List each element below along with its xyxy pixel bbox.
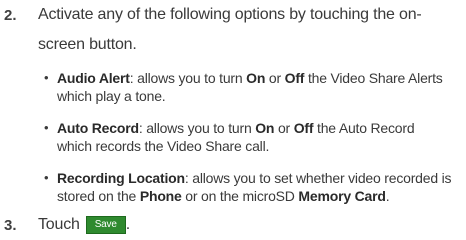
bullet-icon: • — [44, 120, 49, 135]
step-2-line-1: Activate any of the following options by… — [38, 6, 422, 23]
option-bold: On — [246, 70, 266, 86]
step-3-tail: . — [125, 216, 130, 234]
step-2-line-2: screen button. — [38, 36, 137, 53]
option-term: Audio Alert — [57, 70, 130, 86]
step-number: 2. — [4, 7, 17, 24]
save-button[interactable]: Save — [85, 216, 126, 234]
option-text: . — [385, 188, 390, 204]
option-bold: Phone — [139, 188, 182, 204]
option-bold: Off — [293, 120, 314, 136]
option-audio-alert: • Audio Alert: allows you to turn On or … — [44, 69, 452, 105]
option-text: or — [265, 70, 285, 86]
step-3-text: Touch — [38, 216, 80, 234]
option-bold: On — [255, 120, 275, 136]
step-3-line: Touch Save. — [38, 216, 460, 234]
option-term: Auto Record — [57, 120, 139, 136]
option-term: Recording Location — [57, 170, 185, 186]
option-text: : allows you to turn — [138, 120, 256, 136]
option-bold: Off — [284, 70, 305, 86]
option-bold: Memory Card — [298, 188, 386, 204]
bullet-icon: • — [44, 170, 49, 185]
option-text: or — [274, 120, 294, 136]
step-number: 3. — [4, 217, 17, 234]
option-text: or on the microSD — [181, 188, 299, 204]
option-auto-record: • Auto Record: allows you to turn On or … — [44, 119, 452, 155]
bullet-icon: • — [44, 70, 49, 85]
option-text: : allows you to turn — [129, 70, 247, 86]
option-recording-location: • Recording Location: allows you to set … — [44, 169, 452, 205]
